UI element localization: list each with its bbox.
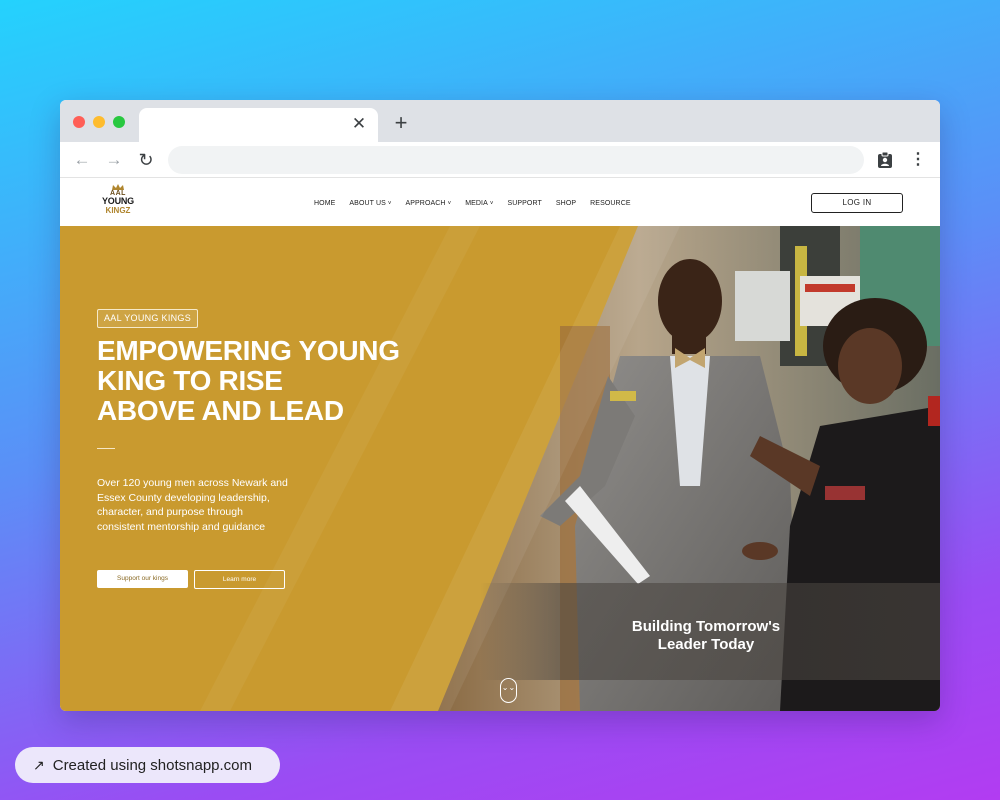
page-viewport: AAL YOUNG KINGZ HOME ABOUT US ˅ APPROACH ˅… xyxy=(60,178,940,711)
scroll-down-icon[interactable]: ⌄⌄ xyxy=(500,678,517,703)
maximize-window-button[interactable] xyxy=(113,116,125,128)
hero-headline: EMPOWERING YOUNG KING TO RISE ABOVE AND … xyxy=(97,336,437,426)
nav-item-support[interactable]: SUPPORT xyxy=(507,198,541,210)
tagline-line-1: Building Tomorrow's xyxy=(631,618,781,635)
address-bar[interactable] xyxy=(168,146,864,174)
hero-section: AAL YOUNG KINGS EMPOWERING YOUNG KING TO… xyxy=(60,226,940,711)
external-link-icon: ↗ xyxy=(33,757,45,773)
site-header: AAL YOUNG KINGZ HOME ABOUT US ˅ APPROACH ˅… xyxy=(60,178,940,226)
login-button[interactable]: LOG IN xyxy=(811,193,903,213)
hero-tag: AAL YOUNG KINGS xyxy=(97,309,199,328)
nav-item-resource[interactable]: RESOURCE xyxy=(590,198,630,210)
browser-toolbar: ← → ↻ ⋮ xyxy=(60,142,940,178)
support-our-kings-button[interactable]: Support our kings xyxy=(97,570,188,588)
hero-description: Over 120 young men across Newark and Ess… xyxy=(97,477,288,534)
reload-icon[interactable]: ↻ xyxy=(135,149,157,171)
browser-tab[interactable]: ✕ xyxy=(139,108,378,142)
tagline-line-2: Leader Today xyxy=(657,636,755,653)
learn-more-button[interactable]: Learn more xyxy=(194,570,285,589)
tab-bar: ✕ + xyxy=(60,100,940,142)
chevron-down-icon: ˅ xyxy=(447,201,452,207)
credit-label: Created using shotsnapp.com xyxy=(52,757,253,774)
chevron-down-icon: ˅ xyxy=(489,201,494,207)
nav-item-home[interactable]: HOME xyxy=(314,198,335,210)
main-nav: HOME ABOUT US ˅ APPROACH ˅ MEDIA ˅ SUPPORT … xyxy=(314,198,645,210)
hero-divider xyxy=(97,448,115,449)
headline-line-2: KING TO RISE xyxy=(97,365,283,396)
clipboard-icon[interactable] xyxy=(876,151,894,169)
logo-line-2: YOUNG xyxy=(101,196,134,206)
nav-item-shop[interactable]: SHOP xyxy=(556,198,576,210)
chevron-down-icon: ˅ xyxy=(387,201,392,207)
browser-window: ✕ + ← → ↻ ⋮ AAL YOUNG KINGZ HOME ABOUT U… xyxy=(60,100,940,711)
site-logo[interactable]: AAL YOUNG KINGZ xyxy=(98,184,138,220)
logo-line-3: KINGZ xyxy=(105,206,131,215)
forward-arrow-icon[interactable]: → xyxy=(103,149,125,171)
close-icon[interactable]: ✕ xyxy=(349,114,369,134)
hero-tagline: Building Tomorrow's Leader Today xyxy=(616,618,796,654)
headline-line-1: EMPOWERING YOUNG xyxy=(97,335,400,366)
close-window-button[interactable] xyxy=(73,116,85,128)
credit-badge[interactable]: ↗ Created using shotsnapp.com xyxy=(15,747,280,783)
nav-item-approach[interactable]: APPROACH ˅ xyxy=(405,198,451,210)
plus-icon[interactable]: + xyxy=(390,112,412,134)
kebab-menu-icon[interactable]: ⋮ xyxy=(908,150,928,170)
nav-item-media[interactable]: MEDIA ˅ xyxy=(465,198,493,210)
minimize-window-button[interactable] xyxy=(93,116,105,128)
nav-item-about-us[interactable]: ABOUT US ˅ xyxy=(349,198,391,210)
back-arrow-icon[interactable]: ← xyxy=(71,149,93,171)
crown-icon xyxy=(112,184,124,190)
headline-line-3: ABOVE AND LEAD xyxy=(97,395,344,426)
